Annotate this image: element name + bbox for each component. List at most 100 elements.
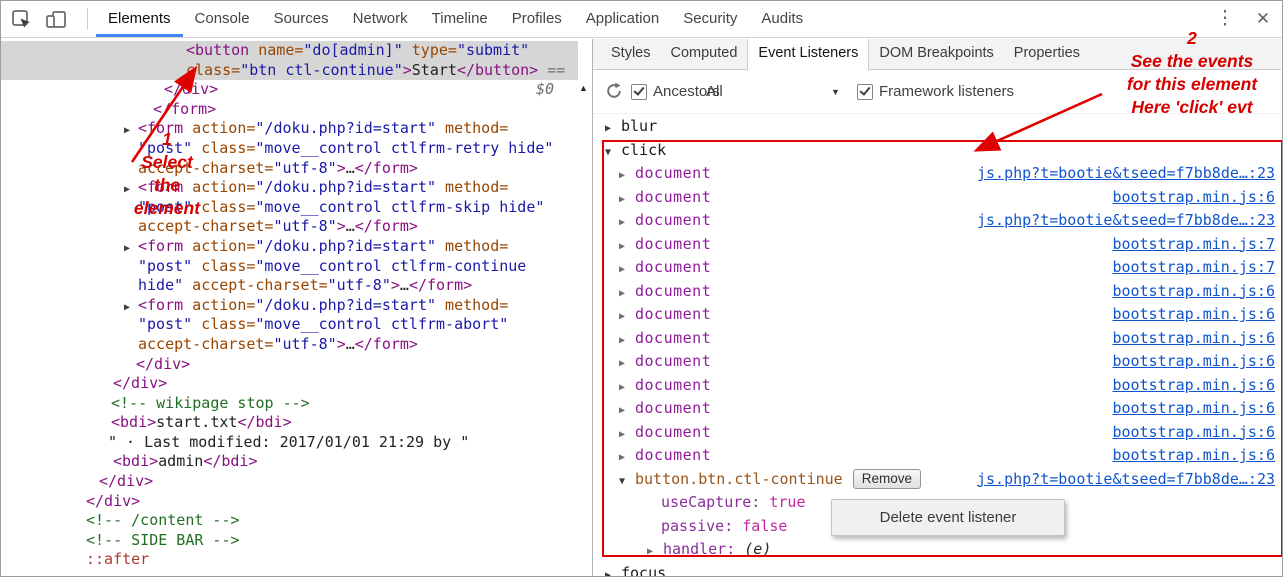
- dom-tree-line[interactable]: hide" accept-charset="utf-8">…</form>: [1, 276, 578, 296]
- dom-tree-line[interactable]: accept-charset="utf-8">…</form>: [1, 217, 578, 237]
- dom-tree-line[interactable]: <!-- SIDE BAR -->: [1, 531, 578, 551]
- tab-network[interactable]: Network: [341, 1, 420, 37]
- expand-arrow-icon[interactable]: ▶: [619, 282, 635, 306]
- expand-arrow-icon[interactable]: ▶: [619, 376, 635, 400]
- dom-tree-line[interactable]: <bdi>admin</bdi>: [1, 452, 578, 472]
- dom-tree-line[interactable]: "post" class="move__control ctlfrm-conti…: [1, 257, 578, 277]
- source-link[interactable]: bootstrap.min.js:6: [1112, 327, 1275, 351]
- listener-handler-row[interactable]: js.php?t=bootie&tseed=f7bb8de…:23▼button…: [593, 468, 1281, 492]
- source-link[interactable]: bootstrap.min.js:6: [1112, 374, 1275, 398]
- refresh-icon[interactable]: [605, 82, 623, 104]
- device-toolbar-icon[interactable]: [44, 9, 68, 31]
- listener-scope-select[interactable]: All: [706, 83, 723, 100]
- scroll-up-arrow-icon[interactable]: ▲: [579, 83, 588, 93]
- dom-tree-line[interactable]: <!-- /content -->: [1, 511, 578, 531]
- listener-target[interactable]: button.btn.ctl-continue: [635, 470, 843, 488]
- expand-arrow-icon[interactable]: ▶: [619, 329, 635, 353]
- listener-handler-row[interactable]: js.php?t=bootie&tseed=f7bb8de…:23▶docume…: [593, 162, 1281, 186]
- source-link[interactable]: bootstrap.min.js:6: [1112, 421, 1275, 445]
- dom-tree-line[interactable]: </div>$0: [1, 80, 578, 100]
- sidebar-tab-dom-breakpoints[interactable]: DOM Breakpoints: [869, 39, 1003, 69]
- dom-tree-line[interactable]: </div>: [1, 374, 578, 394]
- remove-listener-button[interactable]: Remove: [853, 469, 921, 489]
- listener-target[interactable]: document: [635, 235, 711, 253]
- listener-handler-row[interactable]: bootstrap.min.js:7 ▶document: [593, 256, 1281, 280]
- listener-handler-row[interactable]: bootstrap.min.js:6▶document: [593, 421, 1281, 445]
- dom-tree-line[interactable]: "post" class="move__control ctlfrm-retry…: [1, 139, 578, 159]
- listener-target[interactable]: document: [635, 305, 711, 323]
- ancestors-checkbox[interactable]: [631, 84, 647, 100]
- expand-arrow-icon[interactable]: ▶: [619, 305, 635, 329]
- dom-tree-line[interactable]: <button name="do[admin]" type="submit": [1, 41, 578, 61]
- source-link[interactable]: js.php?t=bootie&tseed=f7bb8de…:23: [977, 209, 1275, 233]
- tab-audits[interactable]: Audits: [749, 1, 815, 37]
- source-link[interactable]: js.php?t=bootie&tseed=f7bb8de…:23: [977, 162, 1275, 186]
- dom-tree-line[interactable]: ▶<form action="/doku.php?id=start" metho…: [1, 237, 578, 257]
- dom-tree-line[interactable]: </div>: [1, 355, 578, 375]
- dom-tree-line[interactable]: "post" class="move__control ctlfrm-skip …: [1, 198, 578, 218]
- framework-listeners-checkbox[interactable]: [857, 84, 873, 100]
- expand-arrow-icon[interactable]: ▶: [619, 258, 635, 282]
- expand-arrow-icon[interactable]: ▶: [605, 117, 621, 141]
- dom-tree-line[interactable]: <bdi>start.txt</bdi>: [1, 413, 578, 433]
- collapse-arrow-icon[interactable]: ▼: [619, 470, 635, 494]
- more-options-icon[interactable]: ⋮: [1213, 5, 1237, 33]
- expand-arrow-icon[interactable]: ▶: [605, 564, 621, 577]
- dom-tree-line[interactable]: ▶<form action="/doku.php?id=start" metho…: [1, 119, 578, 139]
- collapse-arrow-icon[interactable]: ▼: [605, 141, 621, 165]
- gutter-ellipsis-icon[interactable]: …: [6, 79, 22, 96]
- tab-sources[interactable]: Sources: [262, 1, 341, 37]
- listener-handler-row[interactable]: bootstrap.min.js:6 ▶document: [593, 350, 1281, 374]
- listener-target[interactable]: document: [635, 399, 711, 417]
- expand-arrow-icon[interactable]: ▶: [619, 188, 635, 212]
- source-link[interactable]: bootstrap.min.js:6: [1112, 444, 1275, 468]
- listener-handler-row[interactable]: bootstrap.min.js:6▶document: [593, 444, 1281, 468]
- sidebar-tab-styles[interactable]: Styles: [601, 39, 661, 69]
- listener-event-row-blur[interactable]: ▶blur: [593, 115, 1281, 139]
- tab-console[interactable]: Console: [183, 1, 262, 37]
- sidebar-tab-event-listeners[interactable]: Event Listeners: [747, 39, 869, 70]
- tab-elements[interactable]: Elements: [96, 1, 183, 37]
- listener-handler-row[interactable]: bootstrap.min.js:7 ▶document: [593, 233, 1281, 257]
- listener-event-row-focus[interactable]: ▶focus: [593, 562, 1281, 577]
- listener-event-row-click[interactable]: ▼click: [593, 139, 1281, 163]
- source-link[interactable]: bootstrap.min.js:6: [1112, 280, 1275, 304]
- listener-handler-row[interactable]: bootstrap.min.js:6 ▶document: [593, 374, 1281, 398]
- listener-target[interactable]: document: [635, 352, 711, 370]
- listener-target[interactable]: document: [635, 188, 711, 206]
- dom-tree-line[interactable]: "post" class="move__control ctlfrm-abort…: [1, 315, 578, 335]
- listener-target[interactable]: document: [635, 282, 711, 300]
- dom-tree-line[interactable]: class="btn ctl-continue">Start</button> …: [1, 61, 578, 81]
- listener-handler-row[interactable]: bootstrap.min.js:6 ▶document: [593, 280, 1281, 304]
- sidebar-tab-computed[interactable]: Computed: [661, 39, 748, 69]
- listener-handler-row[interactable]: js.php?t=bootie&tseed=f7bb8de…:23▶docume…: [593, 209, 1281, 233]
- listener-handler-fn-row[interactable]: ▶handler: (e): [593, 538, 1281, 562]
- dom-tree-line[interactable]: <!-- wikipage stop -->: [1, 394, 578, 414]
- expand-arrow-icon[interactable]: ▶: [619, 399, 635, 423]
- dom-tree-line[interactable]: ▶<form action="/doku.php?id=start" metho…: [1, 296, 578, 316]
- listener-handler-row[interactable]: bootstrap.min.js:6▶document: [593, 327, 1281, 351]
- inspect-element-icon[interactable]: [11, 9, 35, 31]
- expand-arrow-icon[interactable]: ▶: [619, 211, 635, 235]
- source-link[interactable]: bootstrap.min.js:7: [1112, 233, 1275, 257]
- sidebar-tab-properties[interactable]: Properties: [1004, 39, 1090, 69]
- expand-arrow-icon[interactable]: ▶: [647, 540, 663, 564]
- dom-tree-line[interactable]: ▶<form action="/doku.php?id=start" metho…: [1, 178, 578, 198]
- source-link[interactable]: bootstrap.min.js:7: [1112, 256, 1275, 280]
- expand-arrow-icon[interactable]: ▶: [619, 352, 635, 376]
- source-link[interactable]: bootstrap.min.js:6: [1112, 350, 1275, 374]
- listener-target[interactable]: document: [635, 376, 711, 394]
- close-icon[interactable]: ✕: [1250, 5, 1276, 33]
- listener-target[interactable]: document: [635, 164, 711, 182]
- dom-tree-line[interactable]: " · Last modified: 2017/01/01 21:29 by ": [1, 433, 578, 453]
- expand-arrow-icon[interactable]: ▶: [619, 446, 635, 470]
- listener-handler-row[interactable]: bootstrap.min.js:6▶document: [593, 186, 1281, 210]
- source-link[interactable]: bootstrap.min.js:6: [1112, 303, 1275, 327]
- tab-security[interactable]: Security: [671, 1, 749, 37]
- dom-tree-line[interactable]: </form>: [1, 100, 578, 120]
- listener-target[interactable]: document: [635, 258, 711, 276]
- dom-tree-line[interactable]: accept-charset="utf-8">…</form>: [1, 335, 578, 355]
- source-link[interactable]: bootstrap.min.js:6: [1112, 397, 1275, 421]
- listener-handler-row[interactable]: bootstrap.min.js:6 ▶document: [593, 303, 1281, 327]
- expand-arrow-icon[interactable]: ▶: [619, 235, 635, 259]
